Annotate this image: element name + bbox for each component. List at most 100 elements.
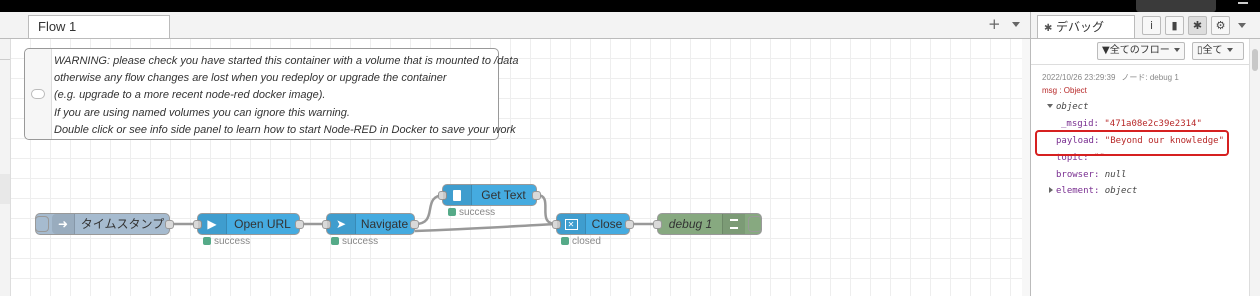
- filter-icon: ▼: [1102, 45, 1110, 56]
- scroll-thumb[interactable]: [1252, 49, 1258, 71]
- get-text-node[interactable]: Get Text: [438, 184, 541, 206]
- tree-value: object: [1104, 186, 1138, 196]
- open-url-icon-area: ▶: [198, 214, 227, 234]
- config-tab-button[interactable]: ⚙: [1211, 16, 1230, 35]
- close-node[interactable]: ✕ Close: [552, 213, 634, 235]
- tree-key: _msgid: [1061, 119, 1094, 129]
- info-tab-button[interactable]: i: [1142, 16, 1161, 35]
- inject-icon-area: ➜: [52, 214, 75, 234]
- tree-key: browser: [1056, 170, 1094, 180]
- palette-collapsed[interactable]: [0, 39, 11, 296]
- inject-node[interactable]: ➜ タイムスタンプ: [35, 213, 174, 235]
- chevron-down-icon: [1173, 48, 1180, 52]
- output-port[interactable]: [295, 220, 304, 229]
- filter-flows-dropdown[interactable]: ▼全てのフロー: [1097, 42, 1185, 60]
- navigate-icon-area: ➤: [327, 214, 356, 234]
- gear-icon: ⚙: [1215, 19, 1226, 32]
- expand-right-icon: [1049, 187, 1053, 193]
- navigate-status: success: [331, 237, 378, 247]
- comment-icon-area: [25, 49, 52, 139]
- palette-divider: [0, 59, 10, 60]
- tree-sep: :: [1093, 186, 1105, 196]
- book-icon: ▮: [1171, 19, 1178, 32]
- get-text-node-label: Get Text: [481, 188, 526, 202]
- comment-icon: [31, 89, 45, 99]
- tree-row: browser: null: [1056, 170, 1126, 180]
- debug-toolbar: ▼全てのフロー ▯全て: [1031, 39, 1260, 65]
- debug-icon-area: [722, 214, 745, 234]
- close-node-label: Close: [591, 217, 623, 231]
- add-flow-icon[interactable]: +: [988, 17, 1001, 32]
- sidebar-tab-bar: ✱ デバッグ i ▮ ✱ ⚙: [1031, 12, 1260, 39]
- output-port[interactable]: [625, 220, 634, 229]
- main-menu-icon[interactable]: [1238, 2, 1248, 4]
- status-dot: [203, 237, 211, 245]
- open-url-node[interactable]: ▶ Open URL: [193, 213, 304, 235]
- expand-down-icon: [1047, 104, 1053, 108]
- navigate-node-label: Navigate: [360, 217, 409, 231]
- tree-sep: :: [1093, 170, 1105, 180]
- output-port[interactable]: [410, 220, 419, 229]
- payload-highlight-box: [1035, 130, 1229, 156]
- comment-line: Double click or see info side panel to l…: [54, 123, 516, 136]
- sidebar-scrollbar[interactable]: [1249, 39, 1260, 296]
- message-meta: 2022/10/26 23:29:39 ノード: debug 1: [1042, 72, 1179, 83]
- help-tab-button[interactable]: ▮: [1165, 16, 1184, 35]
- status-text: success: [214, 236, 251, 247]
- palette-handle[interactable]: [0, 174, 10, 204]
- comment-line: otherwise any flow changes are lost when…: [54, 72, 447, 85]
- close-icon-area: ✕: [557, 214, 586, 234]
- sidebar-menu-chevron-icon[interactable]: [1238, 23, 1246, 28]
- get-text-icon-area: [443, 185, 472, 205]
- bug-icon: ✱: [1192, 19, 1203, 32]
- tree-row[interactable]: element: object: [1049, 186, 1137, 196]
- open-url-node-label: Open URL: [234, 217, 291, 231]
- output-port[interactable]: [165, 220, 174, 229]
- bug-icon: ✱: [1044, 23, 1053, 34]
- comment-line: If you are using named volumes you can i…: [54, 106, 350, 119]
- tree-value: null: [1104, 170, 1127, 180]
- tab-debug-label: デバッグ: [1056, 20, 1105, 34]
- comment-line: WARNING: please check you have started t…: [54, 55, 519, 67]
- message-timestamp: 2022/10/26 23:29:39: [1042, 73, 1116, 82]
- filter-all-label: 全て: [1202, 45, 1223, 56]
- filter-flows-label: 全てのフロー: [1109, 45, 1170, 56]
- workspace-tab-bar: Flow 1: [0, 12, 1030, 39]
- tab-debug[interactable]: ✱ デバッグ: [1037, 15, 1135, 38]
- comment-line: (e.g. upgrade to a more recent node-red …: [54, 89, 326, 102]
- tree-value: "471a08e2c39e2314": [1104, 119, 1202, 129]
- open-url-icon: ▶: [207, 217, 217, 231]
- status-dot: [448, 208, 456, 216]
- status-text: success: [342, 236, 379, 247]
- close-status: closed: [561, 237, 601, 247]
- tree-key: element: [1056, 186, 1094, 196]
- debug-tab-button[interactable]: ✱: [1188, 16, 1207, 35]
- debug-node-label: debug 1: [668, 217, 713, 231]
- tree-root[interactable]: object: [1047, 102, 1089, 112]
- tree-row: _msgid: "471a08e2c39e2314": [1061, 119, 1202, 129]
- chevron-down-icon: [1226, 48, 1233, 52]
- clear-filter-dropdown[interactable]: ▯全て: [1192, 42, 1244, 60]
- canvas-scrollbar[interactable]: [1022, 39, 1030, 296]
- output-port[interactable]: [532, 191, 541, 200]
- navigate-node[interactable]: ➤ Navigate: [322, 213, 419, 235]
- message-node-link[interactable]: ノード: debug 1: [1121, 73, 1178, 82]
- arrow-in-icon: ➜: [57, 217, 69, 231]
- inject-button[interactable]: [35, 216, 49, 232]
- debug-node[interactable]: debug 1: [653, 213, 762, 235]
- navigate-arrow-icon: ➤: [335, 217, 347, 231]
- status-text: closed: [572, 236, 601, 247]
- document-icon: [453, 189, 461, 201]
- tree-root-label: object: [1056, 102, 1089, 112]
- status-dot: [331, 237, 339, 245]
- status-dot: [561, 237, 569, 245]
- get-text-status: success: [448, 208, 495, 218]
- tab-flow-1[interactable]: Flow 1: [28, 15, 170, 38]
- deploy-button[interactable]: [1136, 0, 1216, 12]
- status-text: success: [459, 207, 496, 218]
- header-bar: [0, 0, 1260, 12]
- inject-node-label: タイムスタンプ: [80, 217, 165, 231]
- warning-comment-node[interactable]: WARNING: please check you have started t…: [24, 48, 518, 140]
- debug-toggle-button[interactable]: [748, 216, 762, 232]
- tab-list-chevron-icon[interactable]: [1012, 22, 1020, 27]
